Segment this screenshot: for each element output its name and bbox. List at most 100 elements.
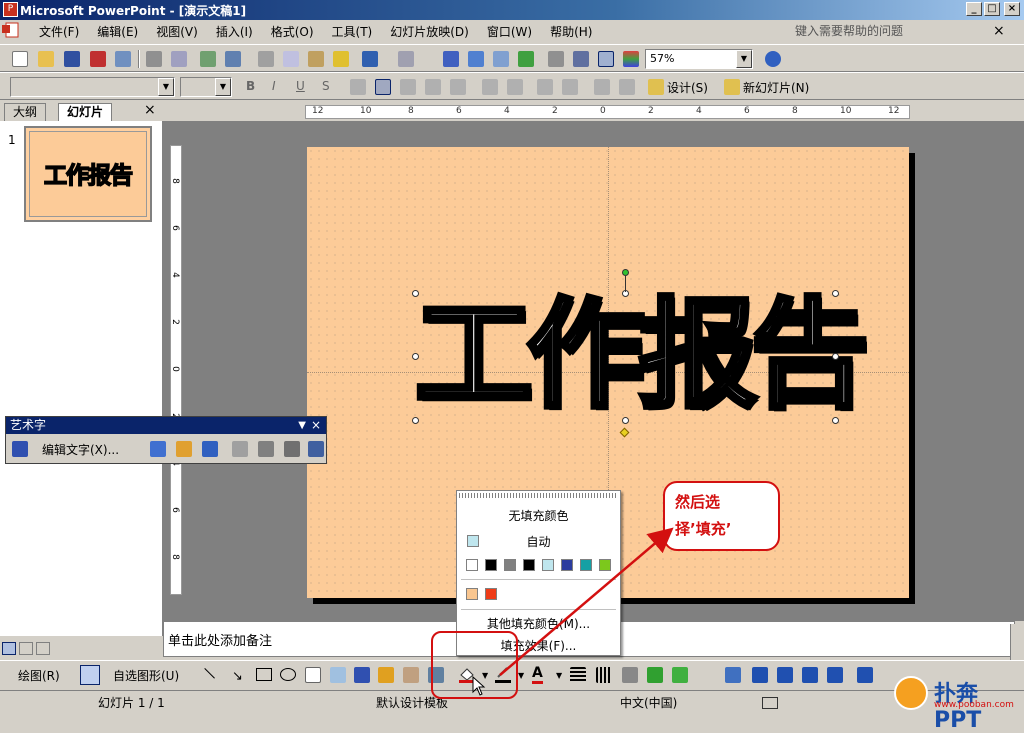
new-slide-button[interactable]: 新幻灯片(N) <box>743 79 809 96</box>
char-spacing-icon[interactable] <box>308 441 324 457</box>
shadow-style-icon[interactable] <box>647 667 663 683</box>
rectangle-tool-icon[interactable] <box>256 668 272 681</box>
bring-forward-icon[interactable] <box>752 667 768 683</box>
bring-to-front-icon[interactable] <box>802 667 818 683</box>
resize-handle[interactable] <box>832 353 839 360</box>
menu-slideshow[interactable]: 幻灯片放映(D) <box>381 23 478 40</box>
close-pane-icon[interactable]: × <box>144 102 156 118</box>
resize-handle[interactable] <box>412 353 419 360</box>
increase-font-icon[interactable] <box>537 79 553 95</box>
notes-scrollbar[interactable] <box>1010 624 1024 660</box>
tab-outline[interactable]: 大纲 <box>4 103 47 121</box>
menu-file[interactable]: 文件(F) <box>30 23 88 40</box>
send-backward-icon[interactable] <box>777 667 793 683</box>
wordart-toolbar-title[interactable]: 艺术字 ▼ × <box>6 417 326 434</box>
close-button[interactable]: × <box>1004 2 1020 16</box>
select-pointer-icon[interactable] <box>80 665 100 685</box>
show-formatting-icon[interactable] <box>573 51 589 67</box>
align-left-icon[interactable] <box>350 79 366 95</box>
color-swatch[interactable] <box>561 559 573 571</box>
format-wordart-icon[interactable] <box>176 441 192 457</box>
minimize-button[interactable]: _ <box>966 2 982 16</box>
close-document-icon[interactable]: × <box>993 23 1005 39</box>
font-select[interactable]: ▼ <box>10 77 175 97</box>
menu-insert[interactable]: 插入(I) <box>207 23 262 40</box>
textbox-tool-icon[interactable] <box>305 667 321 683</box>
clipart-icon[interactable] <box>403 667 419 683</box>
design-icon[interactable] <box>648 79 664 95</box>
insert-chart-icon[interactable] <box>443 51 459 67</box>
save-icon[interactable] <box>64 51 80 67</box>
color-swatch[interactable] <box>485 559 497 571</box>
resize-handle[interactable] <box>832 290 839 297</box>
paste-icon[interactable] <box>308 51 324 67</box>
print-preview-icon[interactable] <box>171 51 187 67</box>
insert-wordart-icon[interactable] <box>12 441 28 457</box>
line-tool-icon[interactable] <box>195 668 215 688</box>
color-swatch[interactable] <box>542 559 554 571</box>
decrease-font-icon[interactable] <box>562 79 578 95</box>
decrease-indent-icon[interactable] <box>594 79 610 95</box>
insert-wordart-icon[interactable] <box>354 667 370 683</box>
wordart-shape-icon[interactable] <box>202 441 218 457</box>
no-fill-option[interactable]: 无填充颜色 <box>457 507 620 524</box>
align-center-icon[interactable] <box>375 79 391 95</box>
undo-icon[interactable] <box>362 51 378 67</box>
send-to-back-icon[interactable] <box>827 667 843 683</box>
resize-handle[interactable] <box>622 417 629 424</box>
arrow-style-icon[interactable] <box>622 667 638 683</box>
oval-tool-icon[interactable] <box>280 668 296 681</box>
menu-tools[interactable]: 工具(T) <box>323 23 382 40</box>
chevron-down-icon[interactable]: ▼ <box>736 50 752 68</box>
chevron-down-icon[interactable]: ▼ <box>215 78 231 96</box>
align-right-icon[interactable] <box>400 79 416 95</box>
slide-thumbnail[interactable]: 工作报告 <box>24 126 152 222</box>
toolbar-close-icon[interactable]: × <box>311 417 321 434</box>
restore-button[interactable]: □ <box>984 2 1000 16</box>
new-slide-icon[interactable] <box>724 79 740 95</box>
insert-hyperlink-icon[interactable] <box>518 51 534 67</box>
color-swatch[interactable] <box>599 559 611 571</box>
font-size-select[interactable]: ▼ <box>180 77 232 97</box>
menu-format[interactable]: 格式(O) <box>262 23 323 40</box>
alignment-icon[interactable] <box>284 441 300 457</box>
dash-style-icon[interactable] <box>596 667 612 683</box>
underline-icon[interactable]: U <box>296 79 305 93</box>
edit-text-button[interactable]: 编辑文字(X)... <box>42 441 119 458</box>
3d-style-icon[interactable] <box>672 667 688 683</box>
line-color-dropdown-icon[interactable]: ▼ <box>518 671 524 680</box>
resize-handle[interactable] <box>412 290 419 297</box>
rotate-handle[interactable] <box>622 269 629 276</box>
diagram-icon[interactable] <box>378 667 394 683</box>
open-icon[interactable] <box>38 51 54 67</box>
distribute-icon[interactable] <box>450 79 466 95</box>
increase-indent-icon[interactable] <box>619 79 635 95</box>
powerpoint-app-icon[interactable]: P <box>3 2 18 17</box>
color-grayscale-icon[interactable] <box>623 51 639 67</box>
menu-help[interactable]: 帮助(H) <box>541 23 601 40</box>
menu-grip[interactable] <box>459 493 618 498</box>
cut-icon[interactable] <box>258 51 274 67</box>
zoom-select[interactable]: 57% ▼ <box>645 49 753 69</box>
slide-sorter-icon[interactable] <box>19 642 33 655</box>
spelling-icon[interactable] <box>200 51 216 67</box>
wordart-gallery-icon[interactable] <box>150 441 166 457</box>
help-icon[interactable] <box>765 51 781 67</box>
font-color-icon[interactable]: A <box>532 665 543 684</box>
recent-color-swatch[interactable] <box>485 588 497 600</box>
vertical-textbox-icon[interactable] <box>330 667 346 683</box>
shape-effects-icon[interactable] <box>725 667 741 683</box>
justify-icon[interactable] <box>425 79 441 95</box>
same-height-icon[interactable] <box>232 441 248 457</box>
research-icon[interactable] <box>225 51 241 67</box>
toolbar-options-icon[interactable]: ▼ <box>298 417 306 434</box>
bullets-icon[interactable] <box>507 79 523 95</box>
chevron-down-icon[interactable]: ▼ <box>158 78 174 96</box>
autoshapes-button[interactable]: 自选图形(U) <box>113 667 179 684</box>
format-painter-icon[interactable] <box>333 51 349 67</box>
permission-icon[interactable] <box>90 51 106 67</box>
menu-window[interactable]: 窗口(W) <box>478 23 541 40</box>
font-color-dropdown-icon[interactable]: ▼ <box>556 671 562 680</box>
spellcheck-icon[interactable] <box>762 697 778 709</box>
show-grid-icon[interactable] <box>598 51 614 67</box>
